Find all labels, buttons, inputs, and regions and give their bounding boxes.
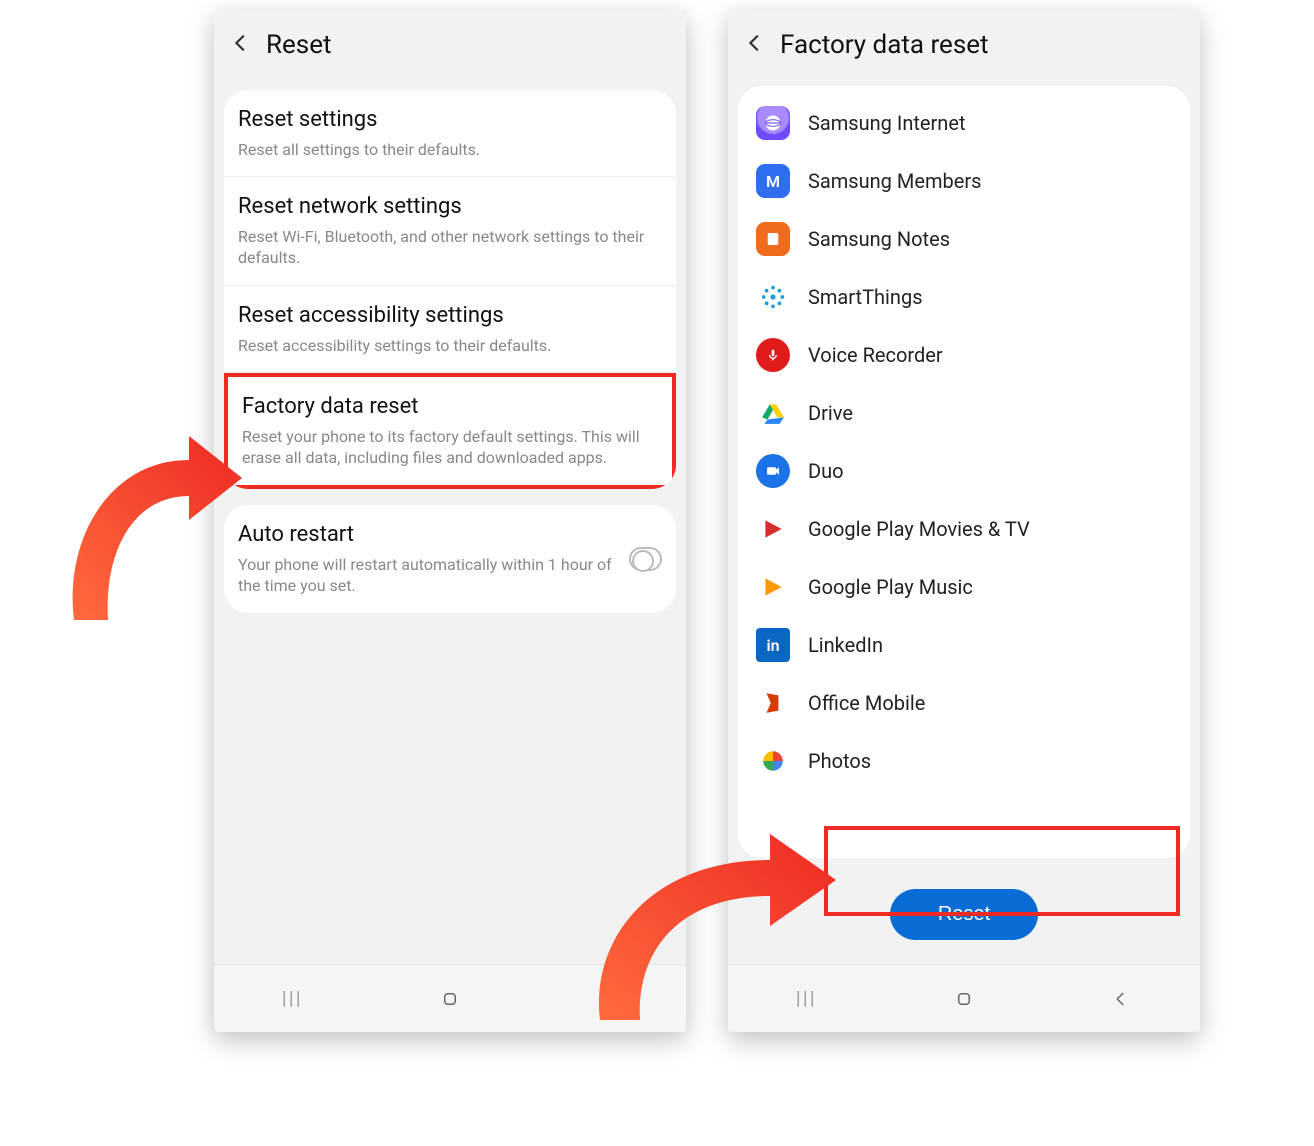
content: Samsung Internet M Samsung Members Samsu… [728, 80, 1200, 964]
nav-home-button[interactable] [944, 979, 984, 1019]
app-row-samsung-internet: Samsung Internet [738, 94, 1190, 152]
app-label: Voice Recorder [808, 343, 943, 367]
nav-back-button[interactable] [1101, 979, 1141, 1019]
app-row-photos: Photos [738, 732, 1190, 790]
app-label: Google Play Movies & TV [808, 517, 1030, 541]
chevron-left-icon [598, 990, 616, 1008]
back-button[interactable] [744, 32, 766, 58]
page-title: Factory data reset [780, 30, 989, 60]
nav-back-button[interactable] [587, 979, 627, 1019]
header: Reset [214, 10, 686, 80]
reset-accessibility-item[interactable]: Reset accessibility settings Reset acces… [224, 286, 676, 373]
item-title: Factory data reset [242, 393, 658, 422]
item-title: Reset network settings [238, 193, 662, 222]
google-drive-icon [756, 396, 790, 430]
app-row-samsung-members: M Samsung Members [738, 152, 1190, 210]
app-row-duo: Duo [738, 442, 1190, 500]
android-navbar: ||| [214, 964, 686, 1032]
app-row-voice-recorder: Voice Recorder [738, 326, 1190, 384]
item-desc: Reset your phone to its factory default … [242, 426, 658, 469]
auto-restart-item[interactable]: Auto restart Your phone will restart aut… [224, 505, 676, 613]
app-label: Duo [808, 459, 844, 483]
phone-reset-screen: Reset Reset settings Reset all settings … [214, 10, 686, 1032]
app-label: Samsung Members [808, 169, 981, 193]
app-label: Office Mobile [808, 691, 925, 715]
chevron-left-icon [744, 32, 766, 54]
office-mobile-icon [756, 686, 790, 720]
nav-recent-button[interactable]: ||| [273, 979, 313, 1019]
factory-data-reset-item[interactable]: Factory data reset Reset your phone to i… [224, 373, 676, 489]
app-label: Samsung Internet [808, 111, 965, 135]
item-title: Reset accessibility settings [238, 302, 662, 331]
recent-icon: ||| [796, 988, 817, 1009]
app-label: Google Play Music [808, 575, 973, 599]
item-title: Auto restart [238, 521, 619, 550]
app-row-smartthings: SmartThings [738, 268, 1190, 326]
app-row-play-movies: Google Play Movies & TV [738, 500, 1190, 558]
reset-settings-item[interactable]: Reset settings Reset all settings to the… [224, 90, 676, 177]
phone-factory-reset-screen: Factory data reset Samsung Internet M Sa… [728, 10, 1200, 1032]
google-play-music-icon [756, 570, 790, 604]
app-label: Samsung Notes [808, 227, 950, 251]
reset-button[interactable]: Reset [890, 889, 1038, 940]
google-photos-icon [756, 744, 790, 778]
item-desc: Reset Wi-Fi, Bluetooth, and other networ… [238, 226, 662, 269]
google-duo-icon [756, 454, 790, 488]
auto-restart-card: Auto restart Your phone will restart aut… [224, 505, 676, 613]
app-row-linkedin: in LinkedIn [738, 616, 1190, 674]
chevron-left-icon [1112, 990, 1130, 1008]
samsung-notes-icon [756, 222, 790, 256]
item-desc: Reset accessibility settings to their de… [238, 335, 662, 357]
reset-options-card: Reset settings Reset all settings to the… [224, 90, 676, 489]
chevron-left-icon [230, 32, 252, 54]
linkedin-icon: in [756, 628, 790, 662]
app-label: LinkedIn [808, 633, 883, 657]
app-row-play-music: Google Play Music [738, 558, 1190, 616]
voice-recorder-icon [756, 338, 790, 372]
smartthings-icon [756, 280, 790, 314]
app-label: Photos [808, 749, 871, 773]
google-play-movies-icon [756, 512, 790, 546]
header: Factory data reset [728, 10, 1200, 80]
recent-icon: ||| [282, 988, 303, 1009]
samsung-internet-icon [756, 106, 790, 140]
home-icon [441, 990, 459, 1008]
item-title: Reset settings [238, 106, 662, 135]
app-list-card: Samsung Internet M Samsung Members Samsu… [738, 86, 1190, 858]
item-desc: Your phone will restart automatically wi… [238, 554, 619, 597]
content: Reset settings Reset all settings to the… [214, 80, 686, 964]
back-button[interactable] [230, 32, 252, 58]
app-row-drive: Drive [738, 384, 1190, 442]
page-title: Reset [266, 30, 332, 60]
nav-recent-button[interactable]: ||| [787, 979, 827, 1019]
item-desc: Reset all settings to their defaults. [238, 139, 662, 161]
home-icon [955, 990, 973, 1008]
app-label: SmartThings [808, 285, 923, 309]
nav-home-button[interactable] [430, 979, 470, 1019]
reset-network-item[interactable]: Reset network settings Reset Wi-Fi, Blue… [224, 177, 676, 286]
app-row-office-mobile: Office Mobile [738, 674, 1190, 732]
reset-button-area: Reset [728, 864, 1200, 964]
auto-restart-toggle[interactable] [629, 547, 662, 571]
android-navbar: ||| [728, 964, 1200, 1032]
app-label: Drive [808, 401, 853, 425]
samsung-members-icon: M [756, 164, 790, 198]
app-row-samsung-notes: Samsung Notes [738, 210, 1190, 268]
